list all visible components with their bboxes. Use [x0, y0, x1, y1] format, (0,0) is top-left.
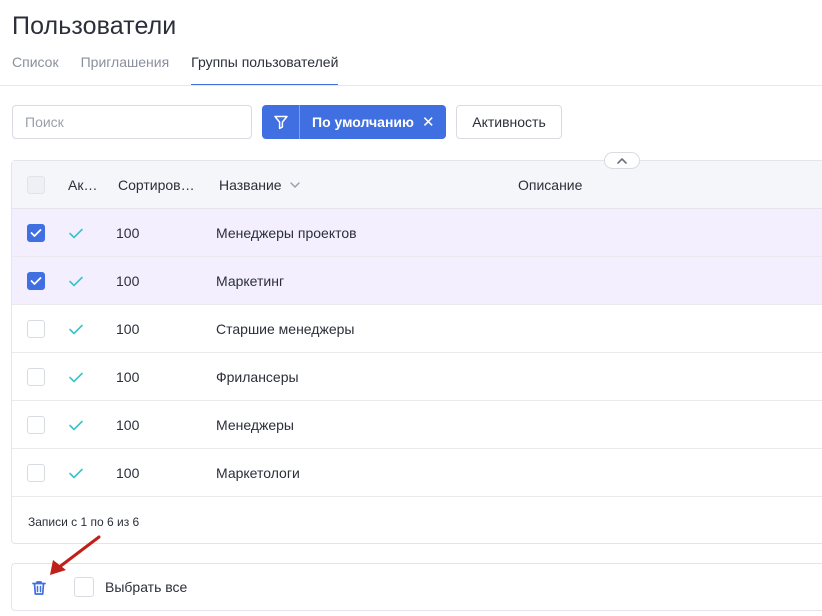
- active-check-icon: [69, 420, 83, 430]
- tab-list[interactable]: Список: [12, 54, 59, 86]
- table-row[interactable]: 100 Маркетологи: [12, 449, 822, 497]
- table-row[interactable]: 100 Менеджеры проектов: [12, 209, 822, 257]
- column-header-active[interactable]: Ак…: [68, 161, 98, 208]
- collapse-toggle[interactable]: [604, 152, 640, 169]
- tab-bar: Список Приглашения Группы пользователей: [12, 54, 339, 86]
- tab-user-groups[interactable]: Группы пользователей: [191, 54, 339, 86]
- bulk-actions-bar: Выбрать все: [11, 563, 822, 611]
- cell-name[interactable]: Старшие менеджеры: [216, 305, 496, 352]
- table-row[interactable]: 100 Менеджеры: [12, 401, 822, 449]
- chevron-down-icon: [289, 181, 300, 188]
- cell-name[interactable]: Маркетинг: [216, 257, 496, 304]
- annotation-arrow-icon: [50, 535, 101, 575]
- activity-filter-button[interactable]: Активность: [456, 105, 562, 139]
- active-check-icon: [69, 468, 83, 478]
- row-checkbox[interactable]: [27, 463, 45, 482]
- row-checkbox[interactable]: [27, 319, 45, 338]
- row-checkbox[interactable]: [27, 415, 45, 434]
- cell-name[interactable]: Фрилансеры: [216, 353, 496, 400]
- checkmark-icon: [30, 228, 42, 237]
- active-check-icon: [69, 228, 83, 238]
- select-all-label[interactable]: Выбрать все: [105, 579, 187, 595]
- active-check-icon: [69, 372, 83, 382]
- tabs-divider: [0, 85, 822, 86]
- cell-name[interactable]: Маркетологи: [216, 449, 496, 496]
- page: Пользователи Список Приглашения Группы п…: [0, 0, 822, 616]
- cell-description: [518, 401, 718, 448]
- row-checkbox[interactable]: [27, 367, 45, 386]
- table-row[interactable]: 100 Старшие менеджеры: [12, 305, 822, 353]
- cell-description: [518, 209, 718, 256]
- select-all-checkbox[interactable]: [74, 577, 94, 597]
- filter-chip-default[interactable]: По умолчанию ✕: [262, 105, 446, 139]
- cell-sort: 100: [116, 224, 140, 241]
- cell-sort: 100: [116, 464, 140, 481]
- checkmark-icon: [30, 276, 42, 285]
- row-checkbox[interactable]: [27, 271, 45, 290]
- filter-icon[interactable]: [262, 105, 300, 139]
- column-header-name[interactable]: Название: [219, 161, 499, 208]
- chevron-up-icon: [617, 157, 627, 164]
- cell-sort: 100: [116, 416, 140, 433]
- column-header-name-label: Название: [219, 176, 282, 193]
- cell-description: [518, 305, 718, 352]
- table-header: Ак… Сортиров… Название Описание: [12, 161, 822, 209]
- page-title: Пользователи: [12, 12, 177, 40]
- column-header-sort[interactable]: Сортиров…: [118, 161, 210, 208]
- cell-description: [518, 353, 718, 400]
- search-input[interactable]: [12, 105, 252, 139]
- cell-name[interactable]: Менеджеры проектов: [216, 209, 496, 256]
- cell-sort: 100: [116, 368, 140, 385]
- row-checkbox[interactable]: [27, 223, 45, 242]
- active-check-icon: [69, 324, 83, 334]
- filter-label: По умолчанию: [312, 114, 414, 130]
- active-check-icon: [69, 276, 83, 286]
- table-row[interactable]: 100 Фрилансеры: [12, 353, 822, 401]
- table-row[interactable]: 100 Маркетинг: [12, 257, 822, 305]
- cell-sort: 100: [116, 320, 140, 337]
- groups-table: Ак… Сортиров… Название Описание 100 Мене…: [11, 160, 822, 544]
- cell-sort: 100: [116, 272, 140, 289]
- close-icon[interactable]: ✕: [414, 105, 435, 139]
- cell-name[interactable]: Менеджеры: [216, 401, 496, 448]
- tab-invitations[interactable]: Приглашения: [81, 54, 170, 86]
- cell-description: [518, 257, 718, 304]
- header-checkbox[interactable]: [27, 175, 45, 194]
- records-info: Записи с 1 по 6 из 6: [28, 515, 140, 529]
- cell-description: [518, 449, 718, 496]
- trash-icon[interactable]: [28, 577, 50, 599]
